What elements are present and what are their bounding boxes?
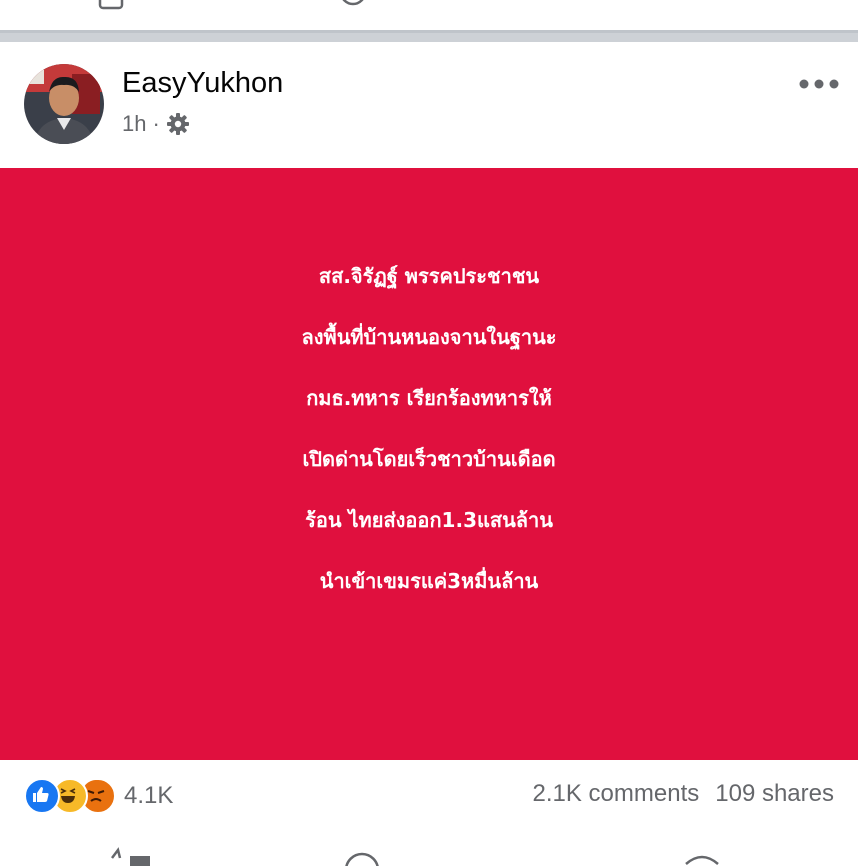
like-action-icon[interactable] (98, 0, 124, 12)
post-separator (0, 30, 858, 42)
previous-post-action-bar (0, 0, 858, 30)
post-time[interactable]: 1h (122, 110, 146, 138)
shares-count[interactable]: 109 shares (715, 780, 834, 808)
image-text-line: ร้อน ไทยส่งออก1.3แสนล้าน (305, 508, 553, 532)
like-icon (24, 778, 60, 814)
reaction-count: 4.1K (124, 782, 174, 809)
post-image[interactable]: สส.จิรัฏฐ์ พรรคประชาชน ลงพื้นที่บ้านหนอง… (0, 168, 858, 760)
post-stats: 2.1K comments 109 shares (533, 780, 834, 808)
post-image-text: สส.จิรัฏฐ์ พรรคประชาชน ลงพื้นที่บ้านหนอง… (0, 246, 858, 612)
image-text-line: นำเข้าเขมรแค่3หมื่นล้าน (319, 569, 539, 593)
comment-action-icon[interactable] (340, 0, 366, 12)
image-text-line: สส.จิรัฏฐ์ พรรคประชาชน (318, 264, 540, 288)
image-text-line: กมธ.ทหาร เรียกร้องทหารให้ (306, 386, 552, 410)
image-text-line: ลงพื้นที่บ้านหนองจานในฐานะ (301, 325, 557, 349)
post-footer: 4.1K 2.1K comments 109 shares (0, 760, 858, 866)
share-action-icon[interactable] (664, 0, 690, 12)
bottom-action-bar-cutoff (111, 847, 719, 866)
author-avatar[interactable] (24, 64, 104, 144)
comments-count[interactable]: 2.1K comments (533, 780, 700, 808)
settings-gear-icon (166, 113, 189, 135)
post-header: EasyYukhon 1h · (0, 42, 858, 168)
reactions-summary[interactable]: 4.1K (24, 778, 173, 814)
image-text-line: เปิดด่านโดยเร็วชาวบ้านเดือด (302, 447, 556, 471)
more-dots-icon[interactable] (798, 76, 840, 92)
meta-separator: · (152, 111, 160, 136)
author-name[interactable]: EasyYukhon (122, 66, 283, 100)
post-meta: 1h · (122, 110, 190, 138)
